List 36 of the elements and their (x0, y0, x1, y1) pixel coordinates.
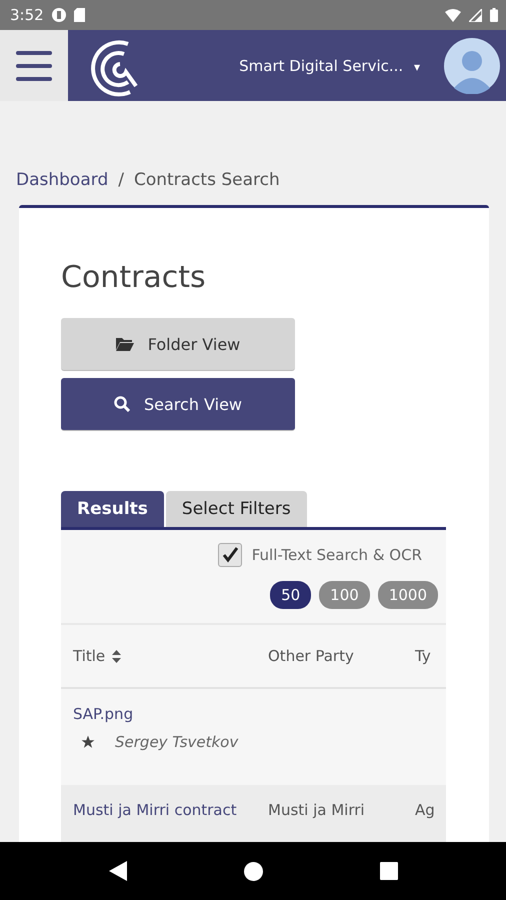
organization-dropdown[interactable]: Smart Digital Servic... ▾ (239, 56, 420, 74)
menu-icon (16, 50, 52, 80)
owner-name: Sergey Tsvetkov (115, 733, 238, 751)
folder-view-button[interactable]: Folder View (61, 318, 295, 371)
avatar-icon[interactable] (444, 38, 500, 94)
menu-button[interactable] (0, 30, 68, 101)
contract-link[interactable]: SAP.png (73, 705, 268, 723)
breadcrumb-separator: / (118, 170, 124, 190)
table-cell-text: Musti ja Mirri (268, 801, 366, 819)
column-header[interactable]: Ty (415, 647, 446, 665)
folder-icon (116, 337, 134, 351)
home-icon[interactable] (244, 862, 262, 880)
contract-link[interactable]: Musti ja Mirri contract (73, 801, 268, 819)
status-time: 3:52 (10, 6, 44, 24)
checkbox[interactable] (218, 543, 242, 567)
search-icon (114, 396, 130, 412)
page-size-button[interactable]: 50 (270, 581, 312, 609)
back-icon[interactable] (108, 861, 126, 881)
sd-card-icon (74, 8, 85, 22)
page-title: Contracts (61, 259, 207, 297)
breadcrumb-current: Contracts Search (134, 170, 280, 190)
checkbox-label: Full-Text Search & OCR (252, 546, 422, 564)
sort-icon (112, 650, 122, 662)
search-view-button[interactable]: Search View (61, 378, 295, 431)
star-icon[interactable] (81, 735, 95, 749)
table-cell-text: Ag (415, 801, 436, 819)
column-header[interactable]: Title (61, 647, 268, 665)
tab[interactable]: Select Filters (166, 491, 307, 527)
signal-icon (469, 8, 482, 22)
breadcrumb-link[interactable]: Dashboard (16, 170, 108, 190)
column-header[interactable]: Other Party (268, 647, 415, 665)
wifi-icon (445, 8, 461, 22)
battery-icon (490, 8, 498, 22)
notification-icon (52, 8, 66, 22)
tab[interactable]: Results (61, 491, 164, 527)
recents-icon[interactable] (380, 862, 398, 880)
